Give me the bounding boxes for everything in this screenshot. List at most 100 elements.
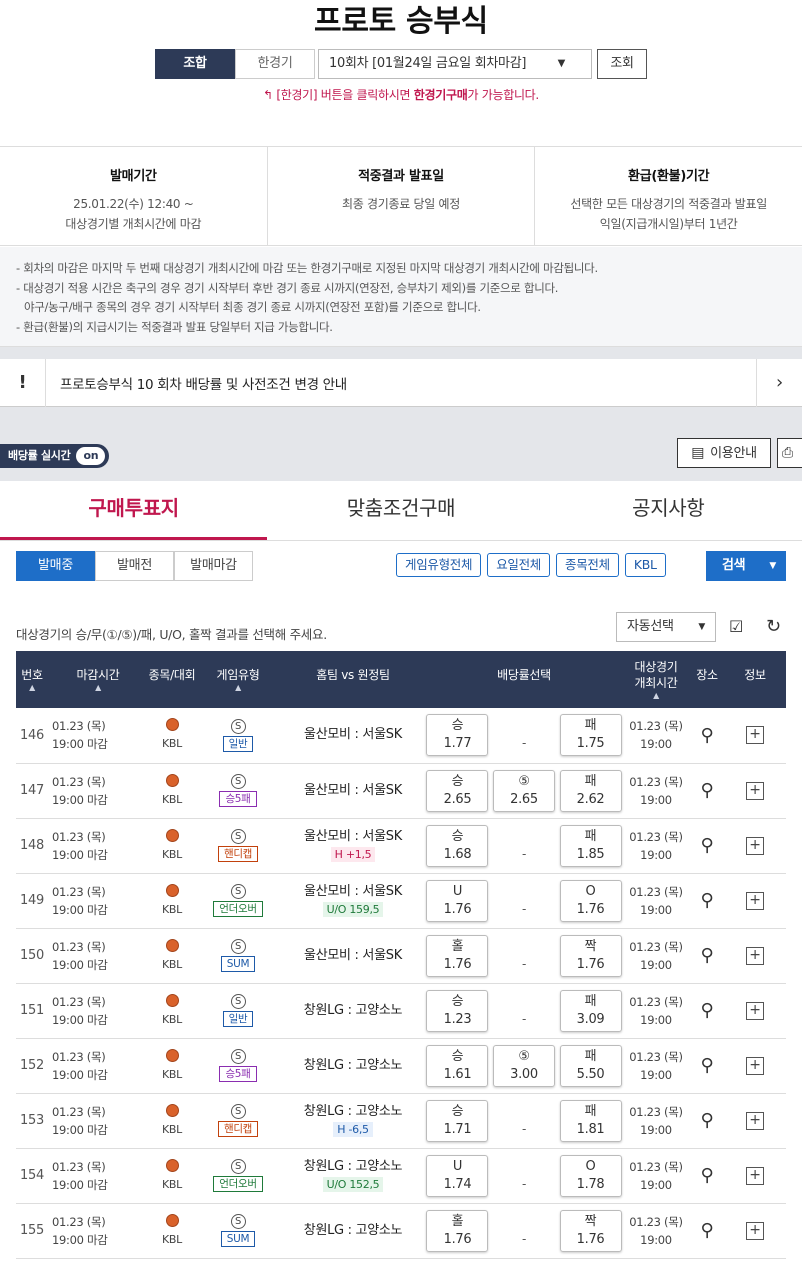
game-no: 146 bbox=[16, 708, 48, 764]
info-cell: + bbox=[724, 818, 786, 874]
checklist-icon[interactable]: ☑ bbox=[729, 617, 743, 636]
chevron-right-icon[interactable]: › bbox=[756, 358, 802, 407]
guide-button[interactable]: ▤ 이용안내 bbox=[677, 438, 771, 468]
search-button[interactable]: 검색 ▼ bbox=[706, 551, 786, 581]
notes: - 회차의 마감은 마지막 두 번째 대상경기 개최시간에 마감 또는 한경기구… bbox=[0, 247, 802, 347]
tab-single-game[interactable]: 한경기 bbox=[235, 49, 315, 79]
game-datetime: 01.23 (목) 19:00 bbox=[622, 818, 690, 874]
chevron-down-icon: ▼ bbox=[698, 622, 705, 632]
map-pin-icon[interactable]: ⚲ bbox=[701, 780, 714, 801]
odds-away-button[interactable]: 짝 1.76 bbox=[559, 1209, 622, 1252]
realtime-odds-toggle[interactable]: 배당률 실시간 on bbox=[0, 444, 110, 468]
plus-icon[interactable]: + bbox=[746, 1221, 764, 1240]
tab-notices[interactable]: 공지사항 bbox=[535, 481, 802, 540]
odds-home-button[interactable]: U 1.76 bbox=[426, 879, 489, 922]
game-datetime: 01.23 (목) 19:00 bbox=[622, 1148, 690, 1204]
auto-select[interactable]: 자동선택 ▼ bbox=[616, 612, 716, 642]
filter-sport[interactable]: 종목전체 bbox=[556, 553, 619, 577]
plus-icon[interactable]: + bbox=[746, 1111, 764, 1130]
tab-custom-purchase[interactable]: 맞춤조건구매 bbox=[267, 481, 534, 540]
table-row: 152 01.23 (목) 19:00 마감 KBL S 승5패 창원LG : 고양… bbox=[16, 1038, 786, 1094]
match-teams: 울산모비 : 서울SK H +1,5 bbox=[280, 818, 426, 874]
filter-game-type[interactable]: 게임유형전체 bbox=[396, 553, 482, 577]
map-pin-icon[interactable]: ⚲ bbox=[701, 725, 714, 746]
odds-home-button[interactable]: U 1.74 bbox=[426, 1154, 489, 1197]
plus-icon[interactable]: + bbox=[746, 726, 764, 745]
odds-home-button[interactable]: 홀 1.76 bbox=[426, 934, 489, 977]
single-game-icon: S bbox=[230, 1214, 246, 1229]
odds-home-button[interactable]: 승 1.23 bbox=[426, 989, 489, 1032]
filter-day[interactable]: 요일전체 bbox=[487, 553, 551, 577]
match-teams: 창원LG : 고양소노 U/O 152,5 bbox=[280, 1148, 426, 1204]
odds-home-button[interactable]: 승 1.68 bbox=[426, 824, 489, 867]
odds-away-button[interactable]: 패 1.75 bbox=[559, 714, 622, 757]
plus-icon[interactable]: + bbox=[746, 781, 764, 800]
table-row: 150 01.23 (목) 19:00 마감 KBL S SUM 울산모비 : 서울… bbox=[16, 928, 786, 984]
odds-home-button[interactable]: 승 1.61 bbox=[426, 1044, 489, 1087]
odds-draw-empty: - bbox=[521, 846, 527, 861]
plus-icon[interactable]: + bbox=[746, 891, 764, 910]
map-pin-icon[interactable]: ⚲ bbox=[701, 1165, 714, 1186]
printer-icon[interactable]: ⎙ bbox=[777, 438, 802, 468]
deadline: 01.23 (목) 19:00 마감 bbox=[48, 708, 148, 764]
location-cell: ⚲ bbox=[690, 928, 724, 984]
odds-away-button[interactable]: 패 1.81 bbox=[559, 1099, 622, 1142]
odds-home-button[interactable]: 승 1.77 bbox=[426, 714, 489, 757]
info-cell: + bbox=[724, 1093, 786, 1149]
odds-home-button[interactable]: 승 1.71 bbox=[426, 1099, 489, 1142]
odds-away-button[interactable]: O 1.78 bbox=[559, 1154, 622, 1197]
map-pin-icon[interactable]: ⚲ bbox=[701, 835, 714, 856]
deadline: 01.23 (목) 19:00 마감 bbox=[48, 1148, 148, 1204]
odds-cell: 승 1.61 ⑤ 3.00 패 5.50 bbox=[426, 1038, 622, 1094]
tab-sale-closed[interactable]: 발매마감 bbox=[174, 551, 253, 581]
game-type-badge: SUM bbox=[220, 956, 256, 972]
tab-combination[interactable]: 조합 bbox=[155, 49, 235, 79]
query-button[interactable]: 조회 bbox=[597, 49, 647, 79]
notice-bar[interactable]: ! 프로토승부식 10 회차 배당률 및 사전조건 변경 안내 › bbox=[0, 358, 802, 407]
game-type-badge: 일반 bbox=[222, 735, 254, 752]
plus-icon[interactable]: + bbox=[746, 1001, 764, 1020]
map-pin-icon[interactable]: ⚲ bbox=[701, 1055, 714, 1076]
refresh-icon[interactable]: ↻ bbox=[766, 616, 781, 637]
sport-league: KBL bbox=[148, 928, 196, 984]
plus-icon[interactable]: + bbox=[746, 1166, 764, 1185]
odds-away-button[interactable]: 패 5.50 bbox=[559, 1044, 622, 1087]
deadline: 01.23 (목) 19:00 마감 bbox=[48, 763, 148, 819]
plus-icon[interactable]: + bbox=[746, 1056, 764, 1075]
map-pin-icon[interactable]: ⚲ bbox=[701, 890, 714, 911]
odds-away-button[interactable]: 패 1.85 bbox=[559, 824, 622, 867]
game-type: S 핸디캡 bbox=[196, 818, 280, 874]
odds-away-button[interactable]: O 1.76 bbox=[559, 879, 622, 922]
plus-icon[interactable]: + bbox=[746, 836, 764, 855]
map-pin-icon[interactable]: ⚲ bbox=[701, 1220, 714, 1241]
header-gamedate[interactable]: 대상경기 개최시간 ▲ bbox=[622, 651, 690, 708]
tab-purchase-slip[interactable]: 구매투표지 bbox=[0, 481, 268, 540]
game-type: S 핸디캡 bbox=[196, 1093, 280, 1149]
location-cell: ⚲ bbox=[690, 818, 724, 874]
info-cell: + bbox=[724, 763, 786, 819]
tab-on-sale[interactable]: 발매중 bbox=[16, 551, 95, 581]
plus-icon[interactable]: + bbox=[746, 946, 764, 965]
round-select[interactable]: 10회차 [01월24일 금요일 회차마감] ▼ bbox=[318, 49, 592, 79]
odds-away-button[interactable]: 패 3.09 bbox=[559, 989, 622, 1032]
filters: 게임유형전체 요일전체 종목전체 KBL bbox=[396, 553, 666, 577]
odds-away-button[interactable]: 짝 1.76 bbox=[559, 934, 622, 977]
header-deadline[interactable]: 마감시간 ▲ bbox=[48, 651, 148, 708]
header-no[interactable]: 번호 ▲ bbox=[16, 651, 48, 708]
odds-home-button[interactable]: 홀 1.76 bbox=[426, 1209, 489, 1252]
odds-draw-empty: - bbox=[521, 1121, 527, 1136]
tab-before-sale[interactable]: 발매전 bbox=[95, 551, 174, 581]
map-pin-icon[interactable]: ⚲ bbox=[701, 1000, 714, 1021]
page-title: 프로토 승부식 bbox=[314, 4, 488, 39]
header-gametype: 게임유형 ▲ bbox=[196, 651, 280, 708]
filter-league[interactable]: KBL bbox=[624, 553, 666, 577]
odds-away-button[interactable]: 패 2.62 bbox=[559, 769, 622, 812]
game-datetime: 01.23 (목) 19:00 bbox=[622, 763, 690, 819]
odds-home-button[interactable]: 승 2.65 bbox=[426, 769, 489, 812]
odds-draw-button[interactable]: ⑤ 2.65 bbox=[493, 769, 555, 812]
match-teams: 창원LG : 고양소노 bbox=[280, 983, 426, 1039]
map-pin-icon[interactable]: ⚲ bbox=[701, 1110, 714, 1131]
map-pin-icon[interactable]: ⚲ bbox=[701, 945, 714, 966]
odds-draw-button[interactable]: ⑤ 3.00 bbox=[493, 1044, 555, 1087]
basketball-icon bbox=[165, 1213, 179, 1227]
